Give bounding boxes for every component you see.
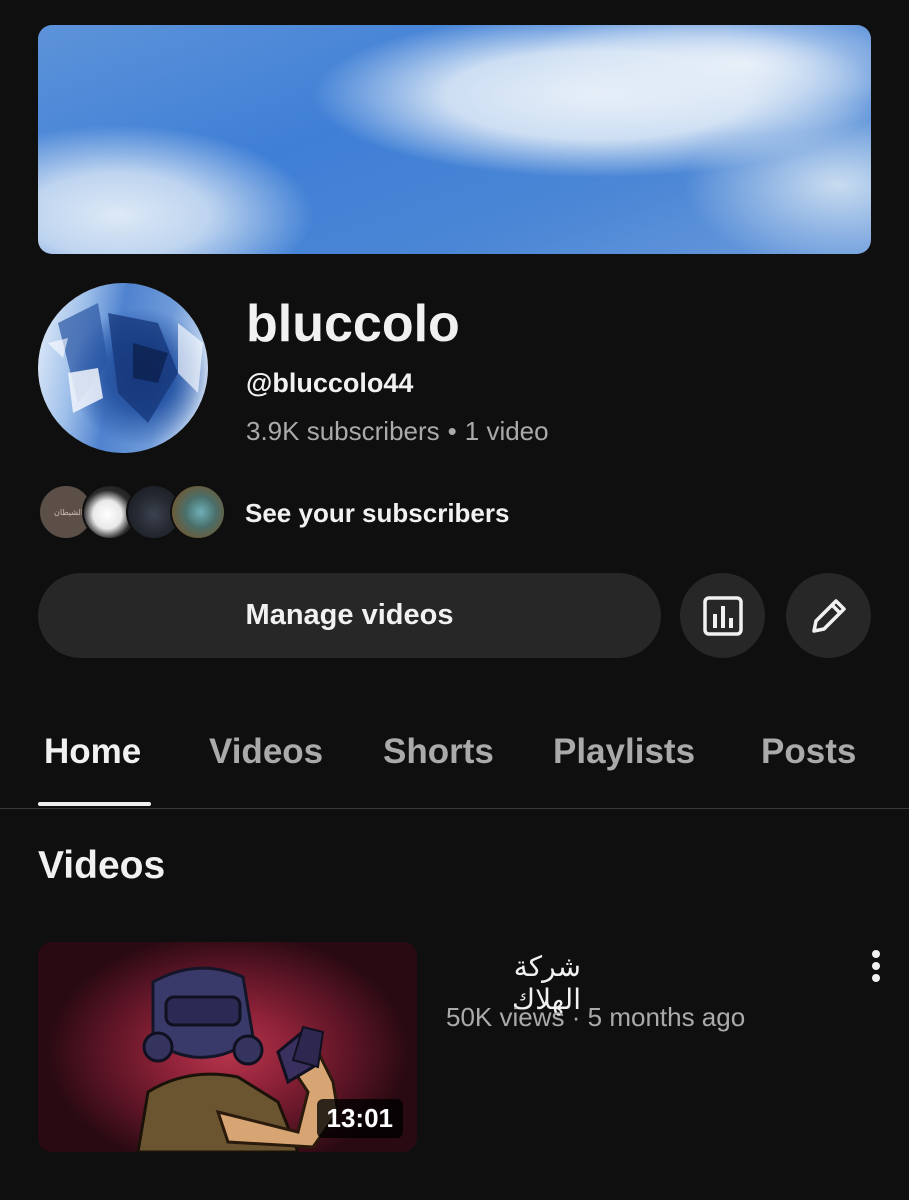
stats-separator: • [447, 416, 457, 446]
bar-chart-icon [702, 595, 743, 636]
video-duration: 13:01 [316, 1099, 403, 1138]
subscriber-count: 3.9K subscribers [246, 416, 440, 446]
channel-banner [38, 25, 871, 254]
tab-home[interactable]: Home [44, 732, 141, 772]
video-thumbnail[interactable]: 13:01 [38, 942, 417, 1152]
tab-posts[interactable]: Posts [761, 732, 856, 772]
subscriber-avatar [170, 484, 226, 540]
edit-channel-button[interactable] [786, 573, 871, 658]
section-title: Videos [38, 844, 166, 887]
analytics-button[interactable] [680, 573, 765, 658]
manage-videos-button[interactable]: Manage videos [38, 573, 661, 658]
avatar-artwork [48, 303, 203, 423]
video-more-button[interactable] [858, 944, 894, 988]
channel-avatar[interactable] [38, 283, 208, 453]
more-vert-icon [872, 950, 880, 982]
video-meta: 50K views · 5 months ago [446, 1002, 745, 1033]
channel-stats: 3.9K subscribers • 1 video [246, 416, 549, 447]
see-subscribers-row[interactable]: الشيطان See your subscribers [38, 484, 538, 542]
video-count: 1 video [464, 416, 549, 446]
channel-handle: @bluccolo44 [246, 368, 414, 398]
active-tab-indicator [38, 802, 151, 806]
tab-shorts[interactable]: Shorts [383, 732, 494, 772]
see-subscribers-label[interactable]: See your subscribers [245, 498, 509, 529]
channel-tabs: Home Videos Shorts Playlists Posts [0, 710, 909, 809]
video-views: 50K views [446, 1002, 565, 1032]
tab-videos[interactable]: Videos [209, 732, 323, 772]
channel-name: bluccolo [246, 295, 460, 353]
meta-separator: · [571, 1002, 581, 1032]
pencil-icon [811, 598, 846, 633]
video-age: 5 months ago [587, 1002, 746, 1032]
subscriber-avatar-text: الشيطان [54, 508, 84, 517]
tab-playlists[interactable]: Playlists [553, 732, 695, 772]
